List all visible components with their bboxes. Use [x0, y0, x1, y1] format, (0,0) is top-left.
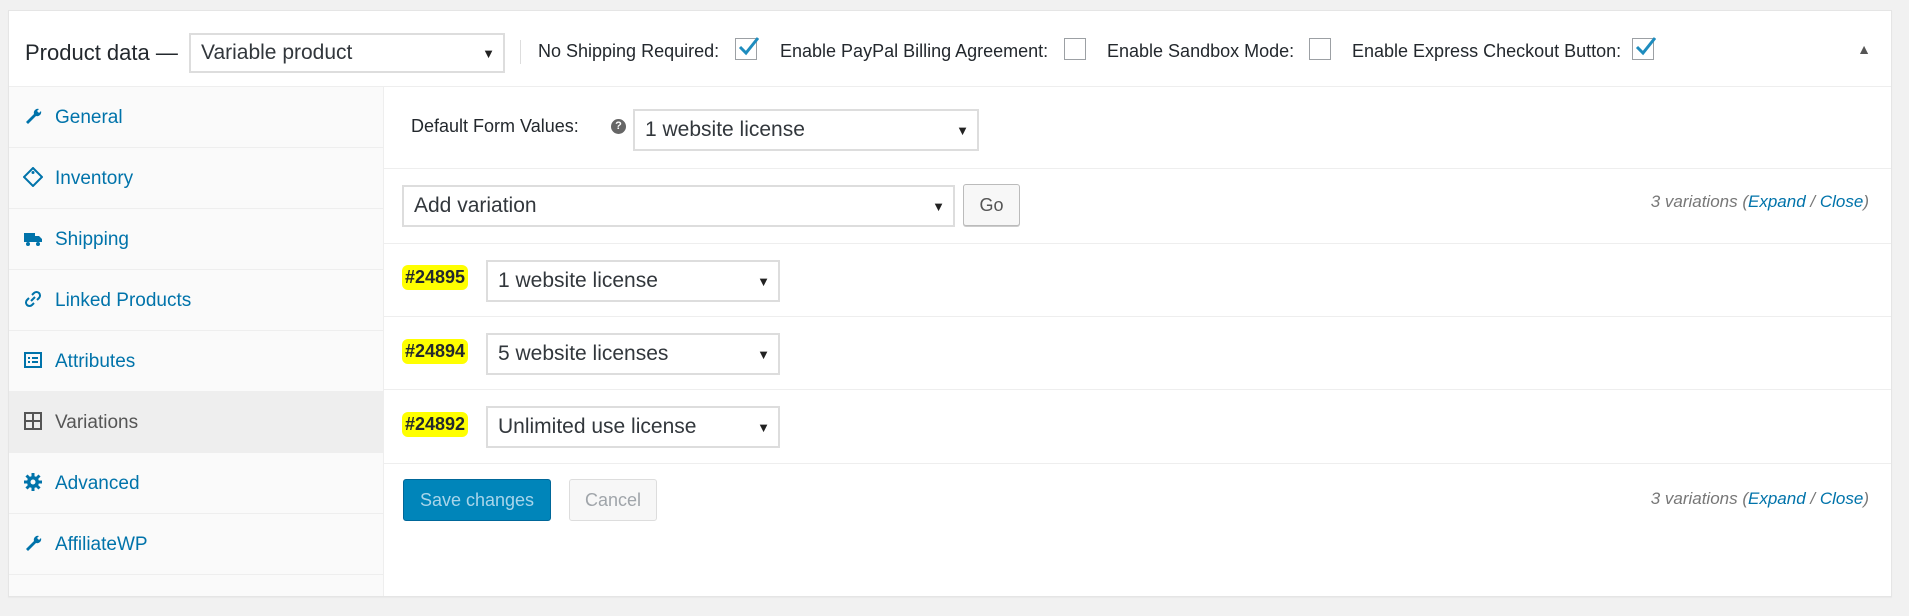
default-form-values-value: 1 website license: [645, 118, 805, 141]
default-form-values-row: Default Form Values: ? 1 website license…: [384, 87, 1891, 169]
caret-down-icon: ▼: [482, 46, 495, 61]
tab-variations[interactable]: Variations: [9, 392, 383, 453]
variation-row[interactable]: #24895 1 website license ▼: [384, 244, 1891, 317]
no-shipping-checkbox[interactable]: [735, 37, 759, 60]
gear-icon: [24, 473, 42, 491]
variation-attribute-value: Unlimited use license: [498, 415, 697, 438]
collapse-arrow-icon[interactable]: ▲: [1857, 41, 1871, 57]
tab-inventory[interactable]: Inventory: [9, 148, 383, 209]
tag-icon: [23, 167, 43, 187]
help-icon[interactable]: ?: [611, 119, 626, 134]
close-link[interactable]: Close: [1820, 489, 1863, 508]
product-data-header: Product data — Variable product ▼ No Shi…: [9, 11, 1891, 87]
tab-affiliatewp[interactable]: AffiliateWP: [9, 514, 383, 575]
close-link[interactable]: Close: [1820, 192, 1863, 211]
expand-link[interactable]: Expand: [1748, 489, 1806, 508]
tab-linked-products-label: Linked Products: [55, 290, 192, 311]
variation-attribute-select[interactable]: 1 website license ▼: [486, 260, 780, 302]
tab-affiliatewp-label: AffiliateWP: [55, 534, 148, 555]
variation-id: #24892: [402, 412, 469, 437]
product-data-panel: Product data — Variable product ▼ No Shi…: [8, 10, 1892, 597]
express-checkout-checkbox[interactable]: [1632, 37, 1656, 60]
product-type-value: Variable product: [201, 41, 353, 64]
sandbox-mode-checkbox[interactable]: [1309, 38, 1331, 60]
sandbox-mode-label: Enable Sandbox Mode:: [1107, 41, 1295, 61]
no-shipping-label: No Shipping Required:: [538, 41, 720, 61]
go-button[interactable]: Go: [963, 184, 1020, 226]
tab-advanced-label: Advanced: [55, 473, 140, 494]
variation-row[interactable]: #24892 Unlimited use license ▼: [384, 390, 1891, 464]
product-type-select[interactable]: Variable product ▼: [189, 33, 505, 73]
variations-count: 3 variations (Expand / Close): [1650, 489, 1869, 508]
variation-attribute-value: 1 website license: [498, 269, 658, 292]
cancel-button[interactable]: Cancel: [569, 479, 657, 521]
default-form-values-label: Default Form Values:: [411, 116, 579, 136]
tab-shipping[interactable]: Shipping: [9, 209, 383, 270]
truck-icon: [24, 233, 42, 246]
caret-down-icon: ▼: [757, 274, 770, 289]
variation-actions-row: Add variation ▼ Go 3 variations (Expand …: [384, 169, 1891, 244]
caret-down-icon: ▼: [956, 123, 969, 138]
tab-inventory-label: Inventory: [55, 168, 134, 189]
tab-linked-products[interactable]: Linked Products: [9, 270, 383, 331]
product-data-title: Product data —: [25, 40, 178, 65]
list-icon: [24, 352, 42, 368]
tab-variations-label: Variations: [55, 412, 139, 433]
express-checkout-label: Enable Express Checkout Button:: [1352, 41, 1622, 61]
add-variation-value: Add variation: [414, 194, 537, 217]
caret-down-icon: ▼: [757, 347, 770, 362]
variation-row[interactable]: #24894 5 website licenses ▼: [384, 317, 1891, 390]
wrench-icon: [26, 108, 42, 124]
paypal-billing-label: Enable PayPal Billing Agreement:: [780, 41, 1049, 61]
wrench-icon: [26, 535, 42, 551]
variation-attribute-value: 5 website licenses: [498, 342, 669, 365]
tab-general[interactable]: General: [9, 87, 383, 148]
paypal-billing-checkbox[interactable]: [1064, 38, 1086, 60]
expand-link[interactable]: Expand: [1748, 192, 1806, 211]
product-data-tabs: General Inventory Shipping Linked Produc…: [9, 87, 384, 596]
variations-count: 3 variations (Expand / Close): [1650, 192, 1869, 211]
checkmark-icon: [738, 37, 759, 56]
tab-advanced[interactable]: Advanced: [9, 453, 383, 514]
tab-general-label: General: [55, 107, 123, 128]
header-divider: [520, 40, 521, 64]
tab-shipping-label: Shipping: [55, 229, 129, 250]
variation-attribute-select[interactable]: Unlimited use license ▼: [486, 406, 780, 448]
checkmark-icon: [1635, 37, 1656, 56]
save-changes-button[interactable]: Save changes: [403, 479, 551, 521]
caret-down-icon: ▼: [932, 199, 945, 214]
tab-attributes[interactable]: Attributes: [9, 331, 383, 392]
save-row: Save changes Cancel 3 variations (Expand…: [384, 464, 1891, 539]
add-variation-select[interactable]: Add variation ▼: [402, 185, 955, 227]
variation-id: #24895: [402, 265, 469, 290]
tab-attributes-label: Attributes: [55, 351, 136, 372]
variation-id: #24894: [402, 339, 469, 364]
default-form-values-select[interactable]: 1 website license ▼: [633, 109, 979, 151]
grid-icon: [24, 412, 42, 430]
link-icon: [24, 290, 42, 308]
variation-attribute-select[interactable]: 5 website licenses ▼: [486, 333, 780, 375]
variations-panel: Default Form Values: ? 1 website license…: [384, 87, 1891, 596]
caret-down-icon: ▼: [757, 420, 770, 435]
